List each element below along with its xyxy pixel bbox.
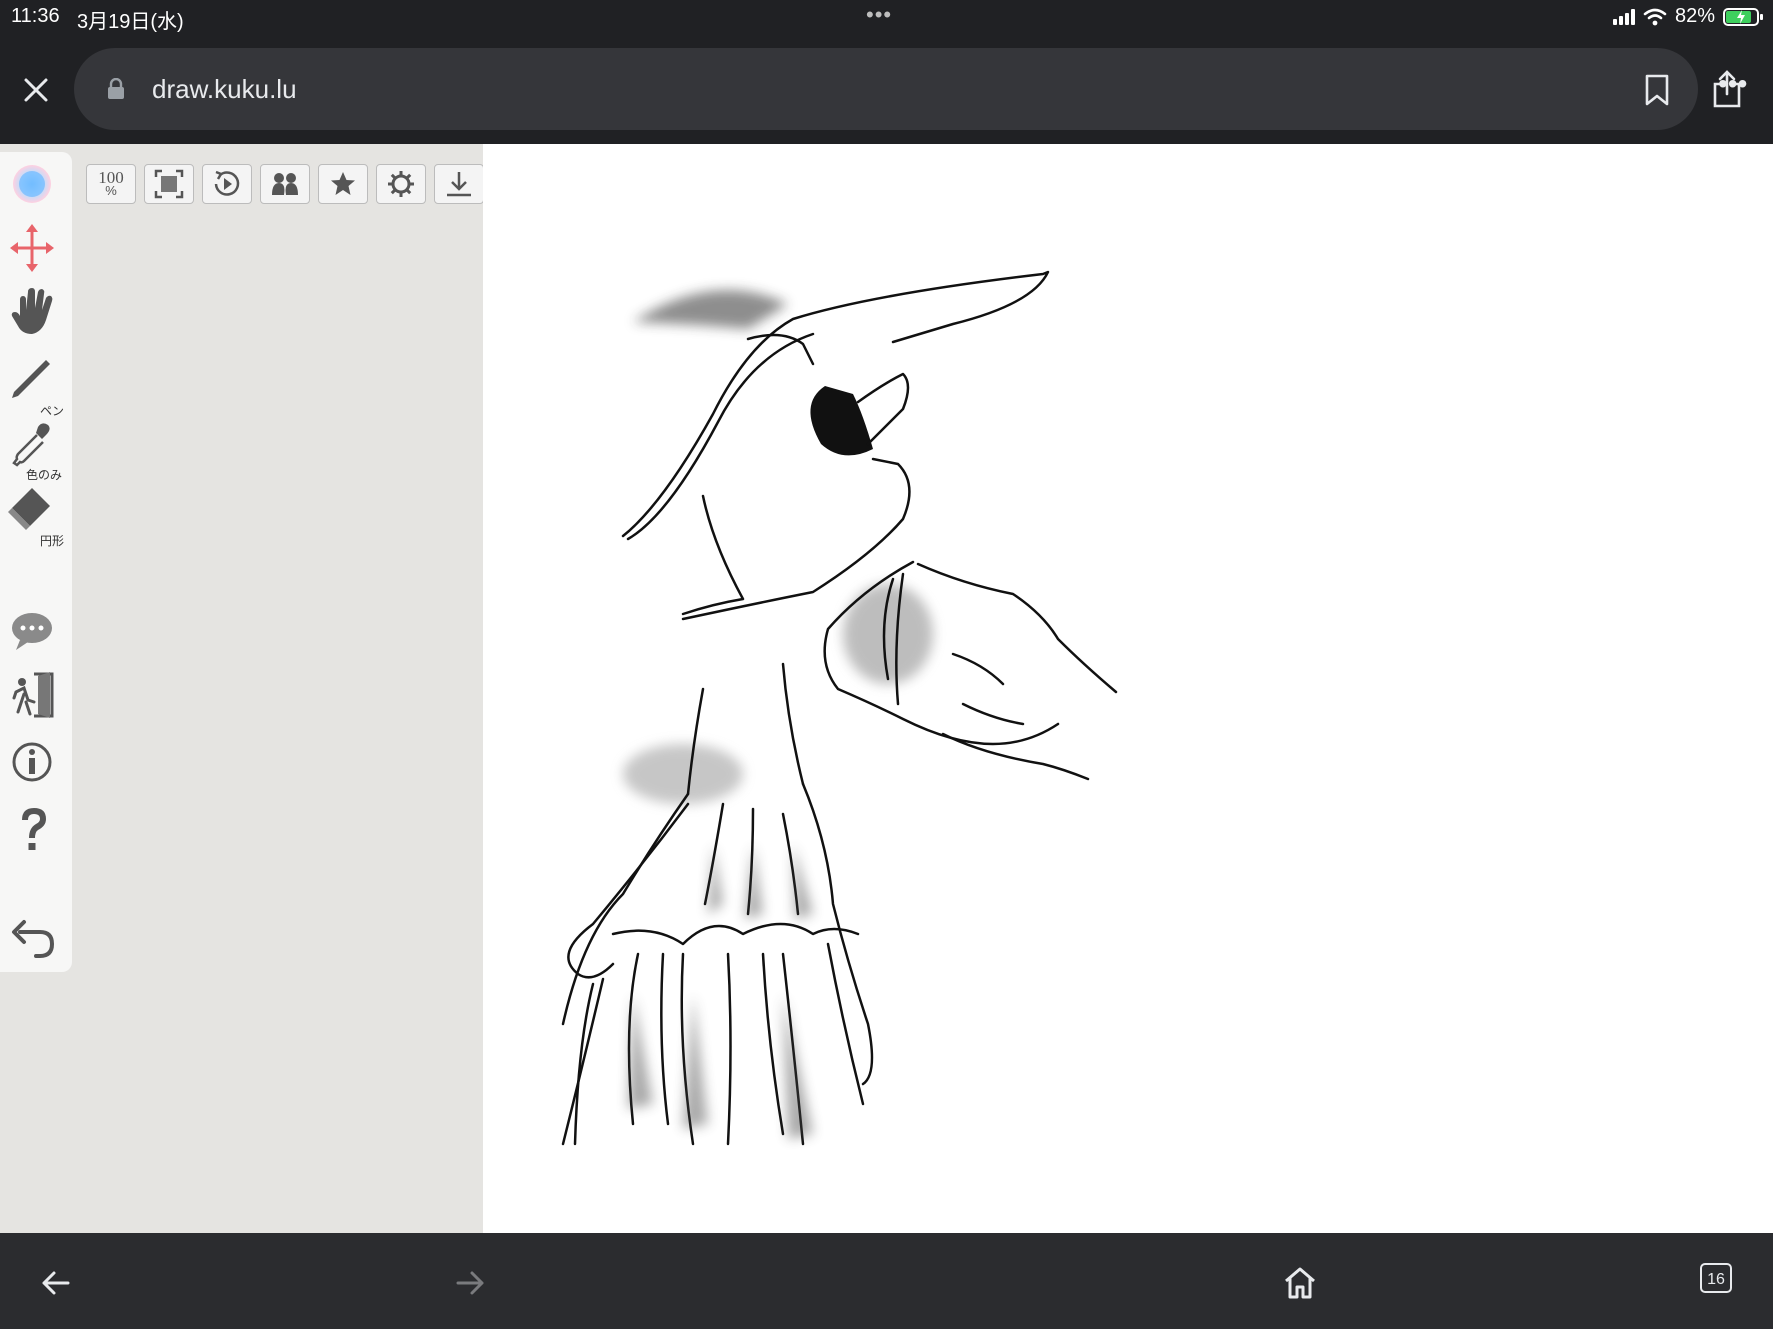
canvas-toolbar: 100 %: [86, 164, 542, 204]
status-bar: 11:36 3月19日(水) ••• 82%: [0, 0, 1773, 36]
back-arrow-icon[interactable]: [36, 1263, 76, 1303]
tool-sidebar: ペン 色のみ 円形: [0, 152, 72, 972]
forward-arrow-icon[interactable]: [450, 1263, 490, 1303]
tool-panel: ペン 色のみ 円形 100 %: [0, 144, 542, 1233]
rotate-reset-button[interactable]: [202, 164, 252, 204]
help-icon[interactable]: [8, 802, 64, 858]
settings-button[interactable]: [376, 164, 426, 204]
download-icon: [447, 172, 471, 197]
undo-icon[interactable]: [8, 912, 64, 968]
sketch-drawing: [561, 270, 1118, 1146]
eraser-tool-label: 円形: [40, 534, 65, 548]
url-text[interactable]: draw.kuku.lu: [152, 74, 297, 105]
status-time: 11:36: [11, 5, 60, 27]
fit-screen-icon: [154, 169, 184, 199]
charging-bolt-icon: [1737, 9, 1745, 24]
rotate-canvas-icon: [214, 170, 240, 196]
users-icon: [272, 173, 298, 195]
cellular-signal-icon: [1612, 8, 1635, 25]
eyedropper-tool-icon[interactable]: [8, 417, 64, 473]
eraser-tool-icon[interactable]: [8, 482, 64, 538]
home-icon[interactable]: [1280, 1263, 1320, 1303]
chat-icon[interactable]: [8, 602, 64, 658]
battery-percent: 82%: [1674, 5, 1715, 27]
battery-icon: [1723, 7, 1763, 26]
eyedropper-tool-label: 色のみ: [26, 468, 63, 482]
browser-toolbar: draw.kuku.lu •••: [0, 36, 1773, 144]
wifi-icon: [1643, 8, 1667, 25]
more-options-button[interactable]: •••: [1718, 70, 1758, 104]
browser-bottom-bar: 16: [0, 1233, 1773, 1329]
favorite-button[interactable]: [318, 164, 368, 204]
star-icon: [331, 172, 355, 195]
info-icon[interactable]: [8, 734, 64, 790]
gear-icon: [388, 171, 414, 197]
status-date: 3月19日(水): [77, 11, 184, 33]
lock-icon: [108, 78, 124, 99]
close-tab-button[interactable]: [20, 74, 52, 106]
fit-screen-button[interactable]: [144, 164, 194, 204]
tab-switcher-button[interactable]: 16: [1700, 1263, 1732, 1293]
hand-tool-icon[interactable]: [8, 284, 64, 340]
zoom-100-button[interactable]: 100 %: [86, 164, 136, 204]
status-indicators: 82%: [1612, 5, 1763, 28]
multitask-dots[interactable]: •••: [866, 2, 892, 28]
drawing-canvas[interactable]: [483, 144, 1773, 1233]
bookmark-icon[interactable]: [1642, 74, 1672, 106]
exit-room-icon[interactable]: [8, 668, 64, 724]
download-button[interactable]: [434, 164, 484, 204]
color-picker-icon[interactable]: [8, 156, 64, 212]
pen-tool-icon[interactable]: [8, 352, 64, 408]
members-button[interactable]: [260, 164, 310, 204]
move-tool-icon[interactable]: [8, 220, 64, 276]
address-bar[interactable]: draw.kuku.lu: [74, 48, 1741, 130]
